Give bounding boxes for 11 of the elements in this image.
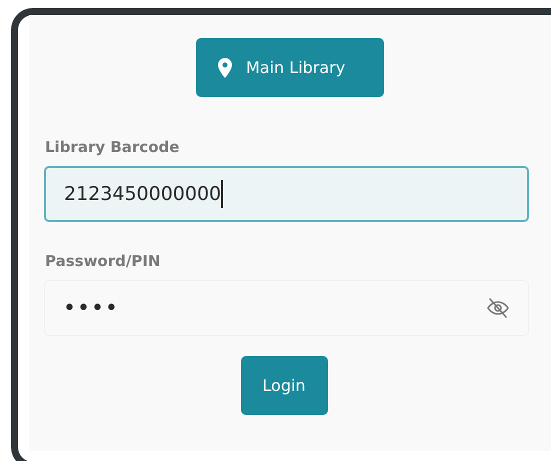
login-button[interactable]: Login [240,356,328,415]
field-value: •••• [63,296,119,320]
field-label: Library Barcode [45,138,180,156]
location-button[interactable]: Main Library [196,38,384,97]
barcode-field[interactable]: 2123450000000 [44,166,529,222]
map-pin-icon [218,58,232,78]
field-label: Password/PIN [45,252,162,270]
password-field[interactable]: •••• [44,280,529,336]
text-caret [221,180,224,208]
field-value: 2123450000000 [64,183,222,205]
eye-slash-icon[interactable] [486,296,510,320]
